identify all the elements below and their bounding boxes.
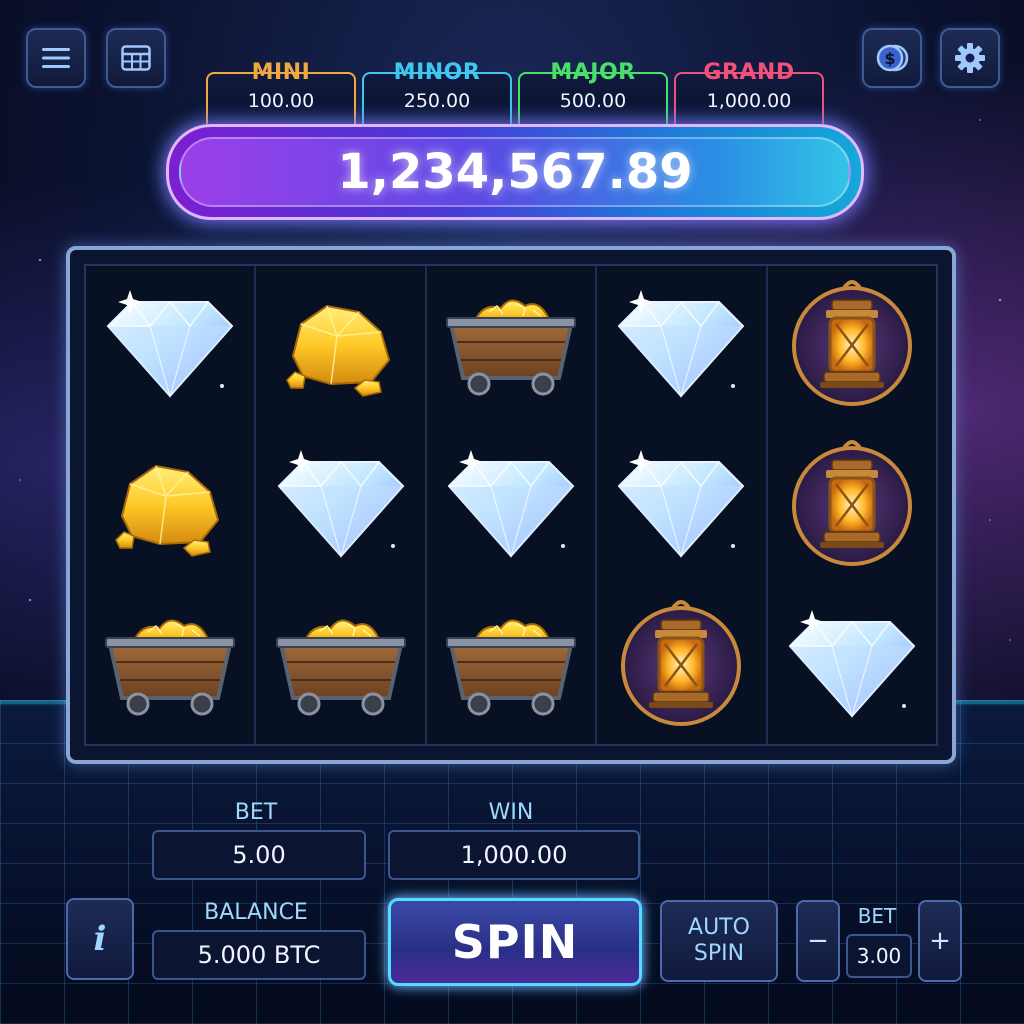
- bet-stepper-label: BET: [857, 904, 897, 928]
- menu-icon: [42, 48, 70, 68]
- spin-label: SPIN: [451, 915, 579, 969]
- auto-spin-line1: AUTO: [688, 915, 750, 940]
- bet-decrease-button[interactable]: −: [796, 900, 840, 982]
- main-jackpot-amount: 1,234,567.89: [337, 144, 693, 200]
- lantern-icon: [791, 440, 912, 566]
- reels-grid: [84, 264, 938, 746]
- win-label: WIN: [488, 800, 534, 825]
- jackpot-minor-title: MINOR: [393, 60, 481, 85]
- win-value: 1,000.00: [388, 830, 640, 880]
- gold-cart-icon: [274, 618, 407, 716]
- reel-symbol-gold-cart: [256, 586, 424, 746]
- jackpot-grand-value: 1,000.00: [706, 90, 792, 112]
- reel-1: [86, 266, 257, 746]
- jackpot-grand: GRAND 1,000.00: [674, 60, 824, 124]
- reel-symbol-lantern: [597, 586, 765, 746]
- reel-symbol-diamond: [768, 586, 936, 746]
- jackpot-major: MAJOR 500.00: [518, 60, 668, 124]
- reel-symbol-gold-nugget: [86, 426, 254, 586]
- info-icon: i: [93, 919, 107, 959]
- reel-symbol-diamond: [597, 426, 765, 586]
- auto-spin-button[interactable]: AUTO SPIN: [660, 900, 778, 982]
- gold-cart-icon: [445, 618, 578, 716]
- jackpot-mini: MINI 100.00: [206, 60, 356, 124]
- reel-2: [256, 266, 427, 746]
- reel-symbol-diamond: [256, 426, 424, 586]
- coins-button[interactable]: $: [862, 28, 922, 88]
- balance-label: BALANCE: [204, 900, 308, 925]
- paytable-button[interactable]: [106, 28, 166, 88]
- reel-symbol-diamond: [86, 266, 254, 426]
- gear-icon: [955, 43, 985, 73]
- jackpot-mini-value: 100.00: [247, 90, 315, 112]
- gold-nugget-icon: [115, 465, 220, 557]
- reel-symbol-gold-cart: [86, 586, 254, 746]
- svg-text:$: $: [884, 49, 895, 68]
- diamond-icon: [788, 609, 915, 717]
- reel-symbol-diamond: [597, 266, 765, 426]
- settings-button[interactable]: [940, 28, 1000, 88]
- minus-icon: −: [807, 926, 829, 956]
- reel-symbol-diamond: [427, 426, 595, 586]
- diamond-icon: [618, 289, 745, 397]
- bet-stepper-value: 3.00: [846, 934, 912, 978]
- diamond-icon: [618, 449, 745, 557]
- plus-icon: +: [929, 926, 951, 956]
- reel-symbol-lantern: [768, 266, 936, 426]
- coin-icon: $: [876, 44, 909, 72]
- jackpot-grand-title: GRAND: [703, 60, 795, 85]
- menu-button[interactable]: [26, 28, 86, 88]
- main-jackpot-banner: 1,234,567.89: [166, 124, 864, 220]
- reel-symbol-gold-nugget: [256, 266, 424, 426]
- bet-label: BET: [234, 800, 278, 825]
- bet-increase-button[interactable]: +: [918, 900, 962, 982]
- spin-button[interactable]: SPIN: [388, 898, 642, 986]
- jackpot-minor: MINOR 250.00: [362, 60, 512, 124]
- diamond-icon: [107, 289, 234, 397]
- reel-symbol-lantern: [768, 426, 936, 586]
- jackpot-major-title: MAJOR: [550, 60, 636, 85]
- jackpot-minor-value: 250.00: [403, 90, 471, 112]
- reel-4: [597, 266, 768, 746]
- jackpot-mini-title: MINI: [251, 60, 311, 85]
- jackpot-major-value: 500.00: [559, 90, 627, 112]
- balance-value: 5.000 BTC: [152, 930, 366, 980]
- auto-spin-line2: SPIN: [693, 941, 745, 966]
- reel-symbol-gold-cart: [427, 586, 595, 746]
- gold-nugget-icon: [285, 305, 390, 397]
- lantern-icon: [621, 600, 742, 726]
- diamond-icon: [277, 449, 404, 557]
- reel-5: [768, 266, 936, 744]
- reel-symbol-gold-cart: [427, 266, 595, 426]
- diamond-icon: [448, 449, 575, 557]
- info-button[interactable]: i: [66, 898, 134, 980]
- reel-3: [427, 266, 598, 746]
- gold-cart-icon: [104, 618, 237, 716]
- gold-cart-icon: [445, 298, 578, 396]
- reels-frame: [66, 246, 956, 764]
- lantern-icon: [791, 280, 912, 406]
- paytable-icon: [121, 45, 151, 71]
- bet-value: 5.00: [152, 830, 366, 880]
